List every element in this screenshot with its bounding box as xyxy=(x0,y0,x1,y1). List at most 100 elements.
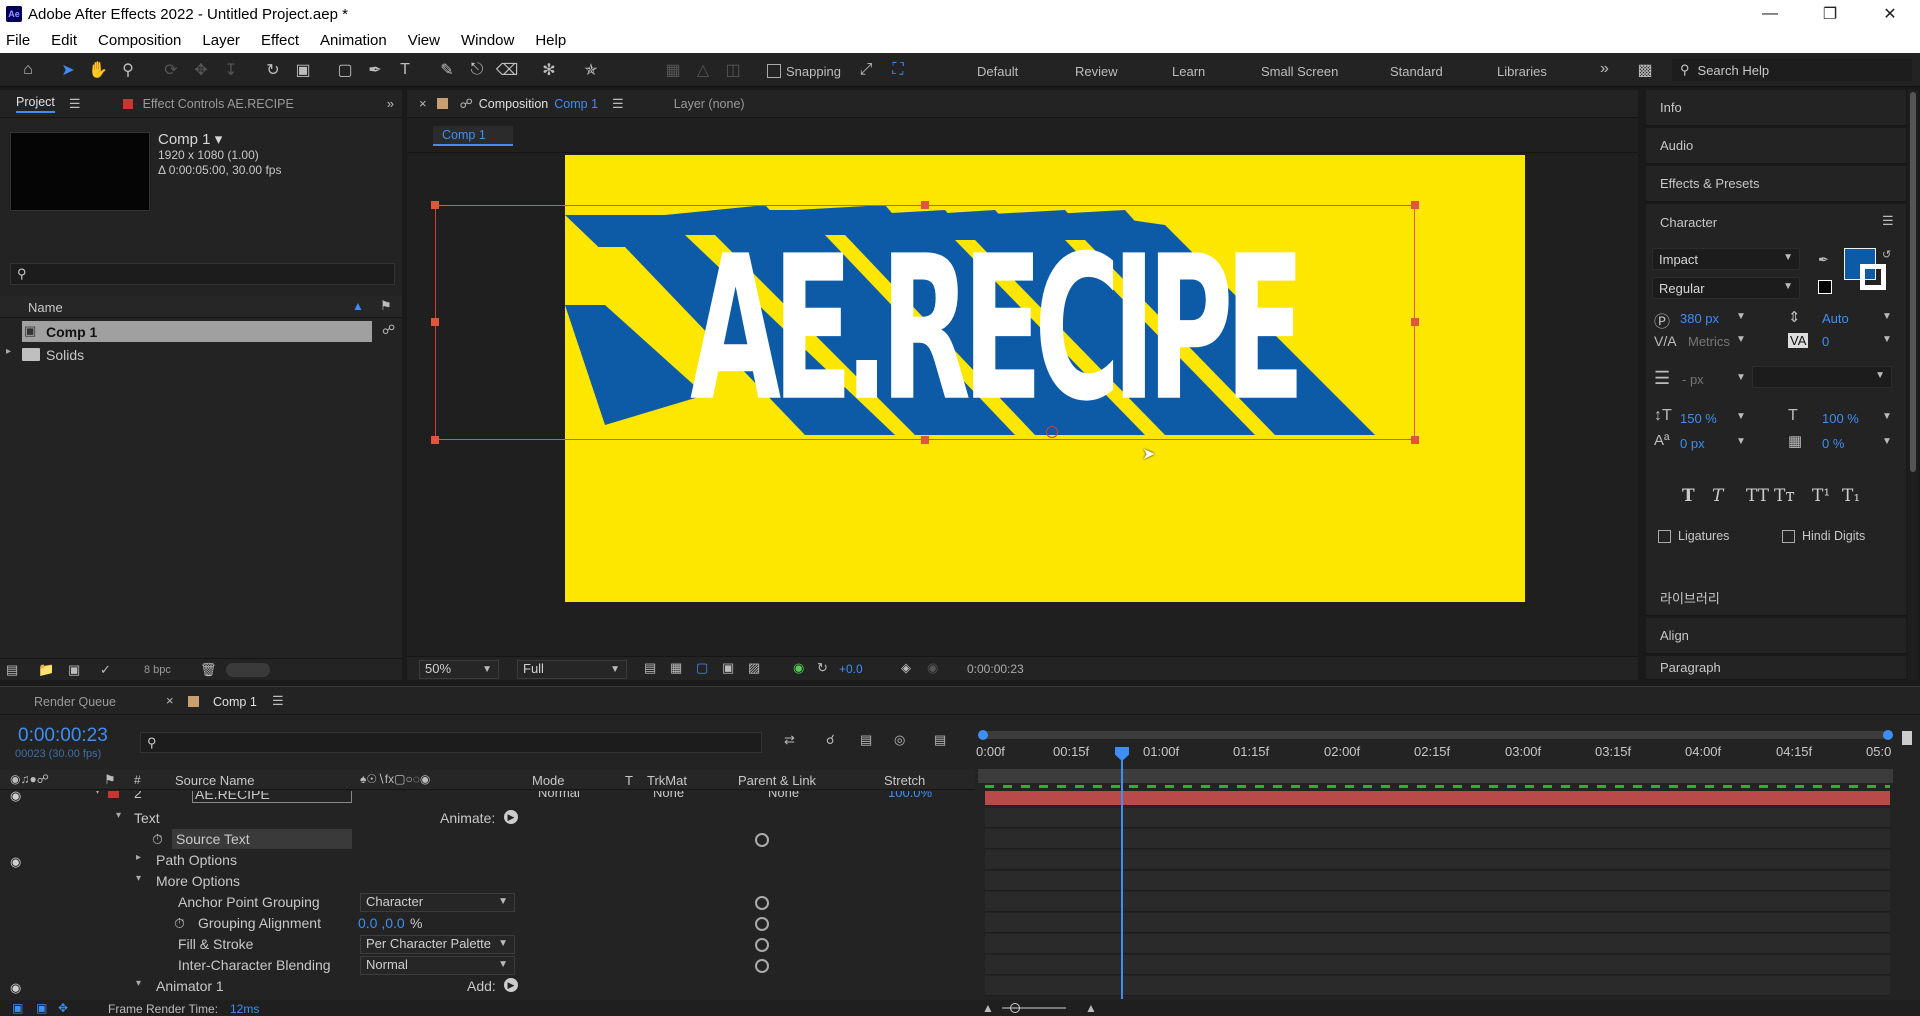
small-caps-button[interactable]: Tт xyxy=(1774,486,1795,506)
tab-timeline-comp[interactable]: Comp 1 xyxy=(213,695,257,709)
transform-handle[interactable] xyxy=(431,201,439,209)
panel-menu-icon[interactable]: ☰ xyxy=(272,693,284,709)
trash-icon[interactable]: 🗑 xyxy=(200,662,217,678)
thumbnail-toggle[interactable] xyxy=(226,663,270,677)
property-row-text[interactable]: ▾ Text Animate: ▶ xyxy=(0,808,975,829)
property-row-more-options[interactable]: ▾ More Options xyxy=(0,871,975,892)
eyedropper-icon[interactable]: ✒ xyxy=(1818,252,1829,268)
snapshot-camera-icon[interactable]: ◈ xyxy=(901,660,911,676)
menu-help[interactable]: Help xyxy=(535,32,566,49)
stroke-type-dropdown[interactable]: ▼ xyxy=(1752,366,1892,388)
eye-icon[interactable]: ◉ xyxy=(10,855,26,868)
current-time-display[interactable]: 0:00:00:23 xyxy=(18,725,108,747)
layer-mode[interactable]: Normal xyxy=(538,791,580,800)
chevron-down-icon[interactable]: ▼ xyxy=(1736,311,1746,322)
timeline-scrollbar[interactable] xyxy=(1900,731,1914,1001)
superscript-button[interactable]: T¹ xyxy=(1812,486,1830,506)
chevron-down-icon[interactable]: ▼ xyxy=(1736,411,1746,422)
scrollbar-thumb[interactable] xyxy=(1902,731,1912,745)
workspace-default[interactable]: Default xyxy=(977,64,1018,79)
interpret-footage-icon[interactable]: ▤ xyxy=(6,662,18,678)
add-menu-label[interactable]: Add: xyxy=(467,978,496,994)
menu-file[interactable]: File xyxy=(6,32,30,49)
align-panel-header[interactable]: Align xyxy=(1646,618,1906,654)
stroke-color-swatch[interactable] xyxy=(1860,264,1886,290)
tab-layer[interactable]: Layer (none) xyxy=(674,97,745,111)
library-panel-header[interactable]: 라이브러리 xyxy=(1646,580,1906,616)
work-area-bar[interactable] xyxy=(978,730,1893,740)
toggle-modes-icon[interactable]: ▣ xyxy=(36,1001,47,1015)
expand-arrow-icon[interactable]: ▾ xyxy=(136,978,141,989)
column-source-name[interactable]: Source Name xyxy=(175,773,254,788)
source-text-label[interactable]: Source Text xyxy=(172,829,352,849)
lock-icon[interactable]: ☍ xyxy=(460,96,473,112)
sort-arrow-icon[interactable]: ▲ xyxy=(352,299,364,313)
add-menu-icon[interactable]: ▶ xyxy=(504,978,518,992)
guides-icon[interactable]: ▨ xyxy=(748,660,760,676)
new-folder-icon[interactable]: 📁 xyxy=(38,662,54,678)
pan-camera-icon[interactable]: ✥ xyxy=(190,59,212,81)
workspace-small-screen[interactable]: Small Screen xyxy=(1261,64,1338,79)
workspace-standard[interactable]: Standard xyxy=(1390,64,1443,79)
draft-3d-icon[interactable]: ☌ xyxy=(826,732,835,748)
animate-menu-icon[interactable]: ▶ xyxy=(504,810,518,824)
search-help-field[interactable]: ⚲ Search Help xyxy=(1672,59,1912,81)
axis-local-icon[interactable]: ▦ xyxy=(662,59,684,81)
transform-handle[interactable] xyxy=(1411,436,1419,444)
motion-blur-icon[interactable]: ◎ xyxy=(894,732,905,748)
hindi-digits-checkbox[interactable] xyxy=(1782,530,1795,543)
transform-handle[interactable] xyxy=(921,436,929,444)
pen-tool-icon[interactable]: ✒ xyxy=(364,59,386,81)
expand-arrow-icon[interactable]: ▸ xyxy=(6,346,11,357)
column-stretch[interactable]: Stretch xyxy=(884,773,925,788)
expression-pickwhip-icon[interactable] xyxy=(755,896,769,910)
list-item[interactable]: ▸ Solids xyxy=(0,344,380,365)
layer-trkmat[interactable]: None xyxy=(653,791,684,800)
project-search-input[interactable]: ⚲ xyxy=(10,263,395,285)
chevron-down-icon[interactable]: ▼ xyxy=(1882,311,1892,322)
chevron-down-icon[interactable]: ▼ xyxy=(1882,436,1892,447)
close-tab-icon[interactable]: × xyxy=(166,693,174,708)
font-family-dropdown[interactable]: Impact ▼ xyxy=(1652,248,1800,270)
layer-stretch[interactable]: 100.0% xyxy=(888,791,932,800)
expand-arrow-icon[interactable]: ▾ xyxy=(116,810,121,821)
region-of-interest-icon[interactable]: ▣ xyxy=(722,660,734,676)
fast-preview-icon[interactable]: ▤ xyxy=(644,660,656,676)
swap-colors-icon[interactable]: ↺ xyxy=(1882,248,1891,261)
stopwatch-icon[interactable]: ⏱ xyxy=(152,831,163,848)
set-to-black-white-icon[interactable] xyxy=(1818,280,1832,294)
transform-handle[interactable] xyxy=(431,436,439,444)
menu-composition[interactable]: Composition xyxy=(98,32,181,49)
bpc-button[interactable]: 8 bpc xyxy=(144,664,171,676)
zoom-out-icon[interactable]: ▲ xyxy=(982,1001,994,1015)
grouping-alignment-value[interactable]: 0.0 ,0.0 xyxy=(358,915,405,931)
chevron-down-icon[interactable]: ▼ xyxy=(1882,411,1892,422)
horizontal-scale-value[interactable]: 100 % xyxy=(1822,411,1859,426)
snap-feature-icon[interactable]: ⛶ xyxy=(887,59,909,81)
rotation-tool-icon[interactable]: ↻ xyxy=(262,59,284,81)
property-row-source-text[interactable]: ⏱ Source Text xyxy=(0,829,975,850)
font-size-value[interactable]: 380 px xyxy=(1680,311,1719,326)
panel-menu-icon[interactable]: ☰ xyxy=(69,96,81,112)
expand-arrow-icon[interactable]: ▾ xyxy=(136,873,141,884)
flowchart-icon[interactable]: ☍ xyxy=(382,322,395,338)
graph-editor-icon[interactable]: ▤ xyxy=(934,732,946,748)
tab-project[interactable]: Project xyxy=(16,95,55,113)
transform-handle[interactable] xyxy=(1411,318,1419,326)
work-area-end-handle[interactable] xyxy=(1883,730,1893,740)
expand-arrow-icon[interactable]: ▸ xyxy=(136,852,141,863)
tab-effect-controls[interactable]: Effect Controls AE.RECIPE xyxy=(143,97,294,111)
anchor-point-tool-icon[interactable]: ▣ xyxy=(292,59,314,81)
expression-pickwhip-icon[interactable] xyxy=(755,833,769,847)
chevron-down-icon[interactable]: ▼ xyxy=(1736,372,1746,383)
hand-tool-icon[interactable]: ✋ xyxy=(87,59,109,81)
new-comp-icon[interactable]: ▣ xyxy=(68,662,80,678)
rectangle-tool-icon[interactable]: ▢ xyxy=(334,59,356,81)
effects-presets-header[interactable]: Effects & Presets xyxy=(1646,166,1906,202)
kerning-value[interactable]: Metrics xyxy=(1688,334,1730,349)
tab-composition[interactable]: Composition xyxy=(479,97,548,111)
show-snapshot-icon[interactable]: ◉ xyxy=(927,660,938,676)
work-area-start-handle[interactable] xyxy=(978,730,988,740)
menu-layer[interactable]: Layer xyxy=(202,32,240,49)
axis-view-icon[interactable]: ◫ xyxy=(722,59,744,81)
